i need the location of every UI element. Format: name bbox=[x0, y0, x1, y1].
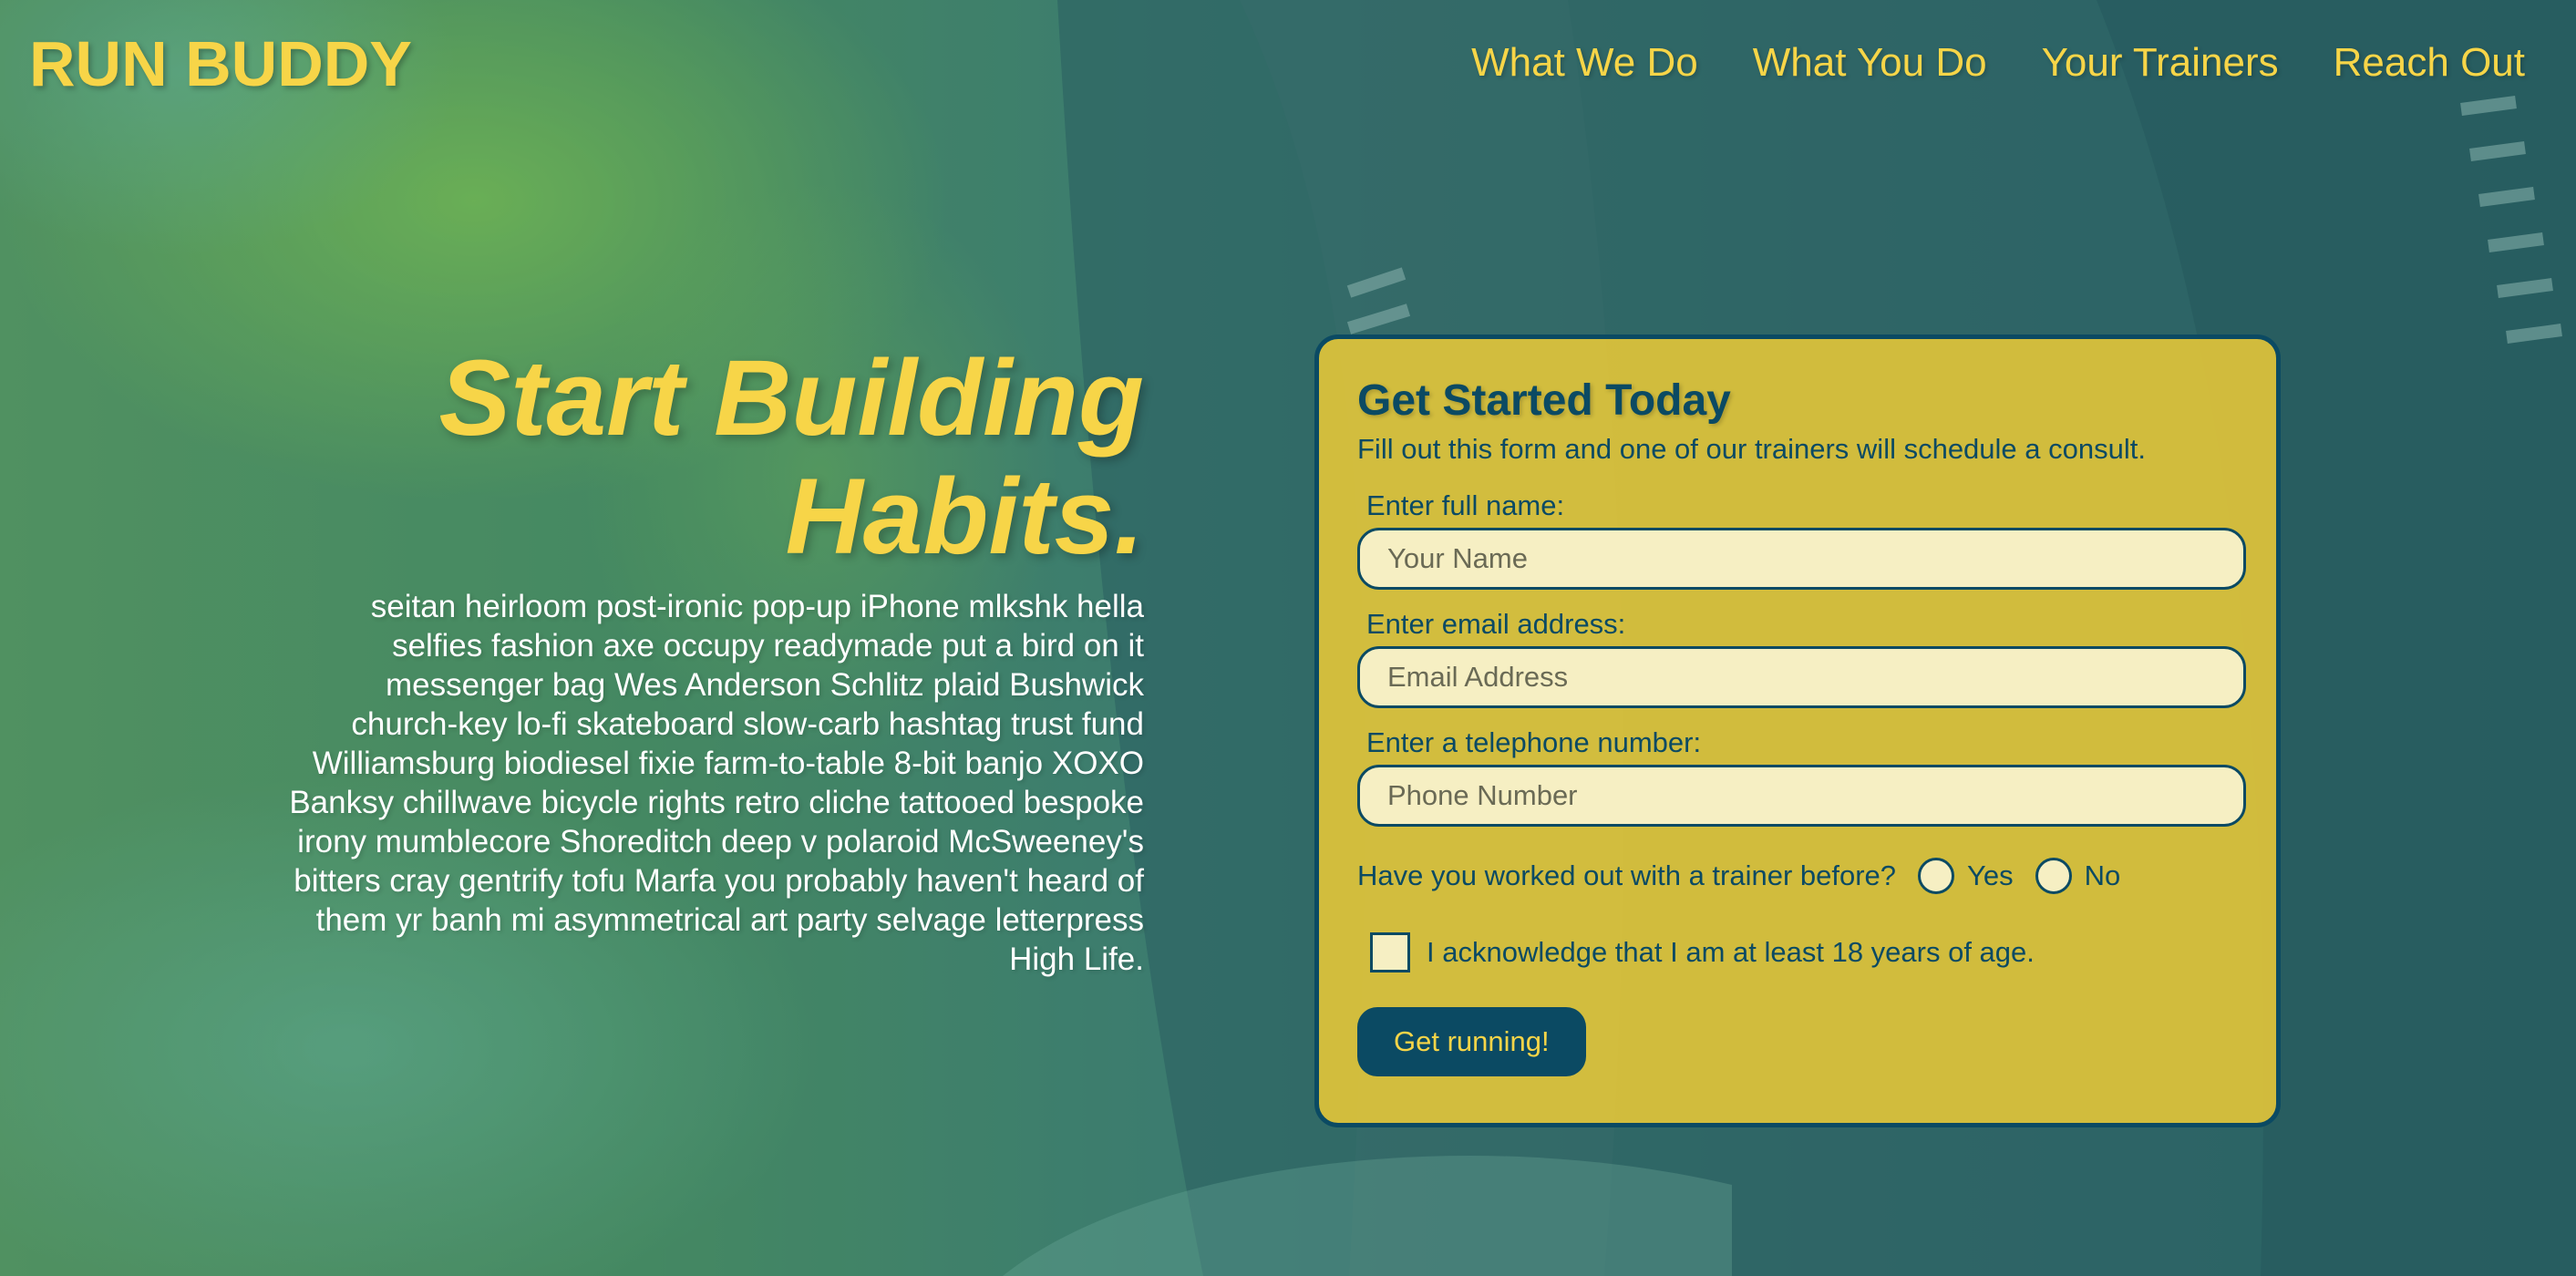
main-nav: What We Do What You Do Your Trainers Rea… bbox=[1471, 40, 2525, 86]
site-logo[interactable]: RUN BUDDY bbox=[29, 27, 412, 100]
nav-link-reach-out[interactable]: Reach Out bbox=[2334, 40, 2525, 86]
get-started-form: Get Started Today Fill out this form and… bbox=[1314, 334, 2281, 1127]
name-label: Enter full name: bbox=[1366, 489, 1565, 521]
nav-link-your-trainers[interactable]: Your Trainers bbox=[2042, 40, 2279, 86]
hero-body-text: seitan heirloom post-ironic pop-up iPhon… bbox=[289, 589, 1144, 977]
phone-label: Enter a telephone number: bbox=[1366, 726, 1702, 758]
age-acknowledge-checkbox[interactable] bbox=[1370, 932, 1410, 972]
age-acknowledge-label[interactable]: I acknowledge that I am at least 18 year… bbox=[1427, 936, 2035, 969]
trainer-question-row: Have you worked out with a trainer befor… bbox=[1357, 858, 2238, 894]
email-input[interactable] bbox=[1357, 646, 2246, 708]
radio-yes[interactable] bbox=[1918, 858, 1955, 894]
radio-no[interactable] bbox=[2035, 858, 2072, 894]
email-label: Enter email address: bbox=[1366, 608, 1626, 640]
submit-button[interactable]: Get running! bbox=[1357, 1007, 1586, 1076]
phone-input[interactable] bbox=[1357, 765, 2246, 827]
name-input[interactable] bbox=[1357, 528, 2246, 590]
acknowledge-row: I acknowledge that I am at least 18 year… bbox=[1370, 932, 2238, 972]
page: RUN BUDDY What We Do What You Do Your Tr… bbox=[0, 0, 2576, 1276]
hero-title-line-2: Habits. bbox=[785, 457, 1144, 577]
hero-title-line-1: Start Building bbox=[438, 338, 1144, 458]
form-subtitle: Fill out this form and one of our traine… bbox=[1357, 433, 2146, 465]
hero-section: Start Building Habits. seitan heirloom p… bbox=[273, 339, 1144, 979]
trainer-question-label: Have you worked out with a trainer befor… bbox=[1357, 859, 1897, 891]
nav-link-what-we-do[interactable]: What We Do bbox=[1471, 40, 1698, 86]
form-title: Get Started Today bbox=[1357, 376, 1731, 425]
hero-title: Start Building Habits. bbox=[273, 339, 1144, 576]
site-header: RUN BUDDY What We Do What You Do Your Tr… bbox=[0, 0, 2576, 128]
nav-link-what-you-do[interactable]: What You Do bbox=[1753, 40, 1987, 86]
radio-yes-label[interactable]: Yes bbox=[1967, 859, 2014, 892]
radio-no-label[interactable]: No bbox=[2085, 859, 2121, 892]
